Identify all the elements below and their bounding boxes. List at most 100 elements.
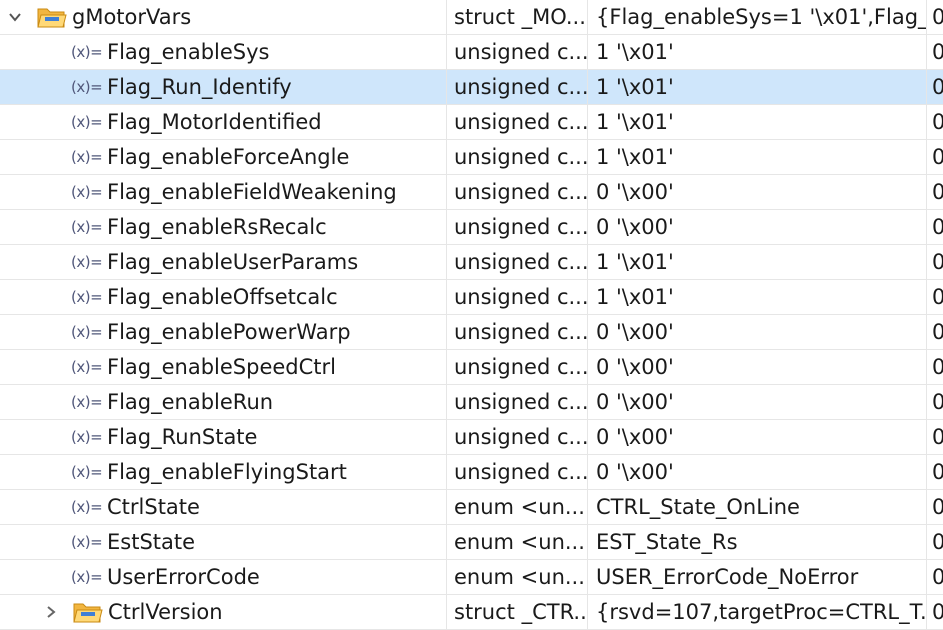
type-cell: unsigned c... [446,385,587,419]
address-cell: 0 [926,525,943,559]
name-cell: (x)= Flag_enableFlyingStart [0,455,446,489]
value-cell[interactable]: 0 '\x00' [587,315,926,349]
value-cell[interactable]: {rsvd=107,targetProc=CTRL_T... [587,595,926,629]
variable-name: Flag_enableSpeedCtrl [107,355,336,379]
variable-name: CtrlState [107,495,200,519]
variable-icon: (x)= [71,323,103,341]
variable-name: Flag_Run_Identify [107,75,292,99]
type-cell: unsigned c... [446,70,587,104]
tree-row-member[interactable]: (x)= Flag_enableRsRecalc unsigned c... 0… [0,210,943,245]
address-cell: 0 [926,315,943,349]
tree-row-member[interactable]: (x)= Flag_enableForceAngle unsigned c...… [0,140,943,175]
tree-row-member[interactable]: (x)= EstState enum <un... EST_State_Rs 0 [0,525,943,560]
variable-name: Flag_enableSys [107,40,270,64]
tree-row-member[interactable]: (x)= Flag_enableFieldWeakening unsigned … [0,175,943,210]
variable-name: Flag_enableForceAngle [107,145,350,169]
variable-name: Flag_enableFlyingStart [107,460,347,484]
variable-icon: (x)= [71,148,103,166]
type-cell: enum <un... [446,560,587,594]
tree-row-member[interactable]: (x)= Flag_enableFlyingStart unsigned c..… [0,455,943,490]
value-cell[interactable]: 1 '\x01' [587,245,926,279]
chevron-down-icon[interactable] [8,10,22,24]
address-cell: 0 [926,35,943,69]
name-cell: (x)= EstState [0,525,446,559]
tree-row-member[interactable]: (x)= CtrlState enum <un... CTRL_State_On… [0,490,943,525]
variable-icon: (x)= [71,253,103,271]
tree-row-member-selected[interactable]: (x)= Flag_Run_Identify unsigned c... 1 '… [0,70,943,105]
address-cell: 0 [926,595,943,629]
type-cell: unsigned c... [446,245,587,279]
type-cell: struct _MO... [446,0,587,34]
variable-icon: (x)= [71,498,103,516]
value-cell[interactable]: 0 '\x00' [587,175,926,209]
value-cell[interactable]: 0 '\x00' [587,455,926,489]
address-cell: 0 [926,105,943,139]
type-cell: struct _CTR... [446,595,587,629]
type-cell: unsigned c... [446,420,587,454]
variable-icon: (x)= [71,43,103,61]
name-cell: (x)= Flag_enableSys [0,35,446,69]
name-cell: (x)= Flag_Run_Identify [0,70,446,104]
name-cell: (x)= Flag_enableRun [0,385,446,419]
value-cell[interactable]: 0 '\x00' [587,420,926,454]
name-cell: (x)= Flag_enableOffsetcalc [0,280,446,314]
tree-row-member[interactable]: (x)= UserErrorCode enum <un... USER_Erro… [0,560,943,595]
tree-row-member[interactable]: (x)= Flag_enableOffsetcalc unsigned c...… [0,280,943,315]
value-cell[interactable]: 0 '\x00' [587,210,926,244]
name-cell: (x)= Flag_enableSpeedCtrl [0,350,446,384]
address-cell: 0 [926,210,943,244]
tree-row-member[interactable]: (x)= Flag_MotorIdentified unsigned c... … [0,105,943,140]
name-cell: (x)= Flag_enableRsRecalc [0,210,446,244]
expressions-table: gMotorVars struct _MO... {Flag_enableSys… [0,0,943,630]
variable-name: Flag_enableUserParams [107,250,359,274]
chevron-right-icon[interactable] [44,605,58,619]
value-cell[interactable]: 1 '\x01' [587,280,926,314]
variable-icon: (x)= [71,288,103,306]
tree-row-member[interactable]: (x)= Flag_enableRun unsigned c... 0 '\x0… [0,385,943,420]
type-cell: enum <un... [446,490,587,524]
tree-row-member[interactable]: (x)= Flag_RunState unsigned c... 0 '\x00… [0,420,943,455]
folder-icon [37,8,67,28]
tree-row-gmotorvars[interactable]: gMotorVars struct _MO... {Flag_enableSys… [0,0,943,35]
variable-name: Flag_MotorIdentified [107,110,322,134]
value-cell[interactable]: CTRL_State_OnLine [587,490,926,524]
variable-icon: (x)= [71,183,103,201]
tree-row-member[interactable]: (x)= Flag_enableSys unsigned c... 1 '\x0… [0,35,943,70]
address-cell: 0 [926,0,943,34]
address-cell: 0 [926,420,943,454]
value-cell[interactable]: 1 '\x01' [587,35,926,69]
value-cell[interactable]: 0 '\x00' [587,385,926,419]
tree-row-ctrlversion[interactable]: CtrlVersion struct _CTR... {rsvd=107,tar… [0,595,943,630]
variable-name: Flag_enablePowerWarp [107,320,351,344]
type-cell: unsigned c... [446,140,587,174]
value-cell[interactable]: {Flag_enableSys=1 '\x01',Flag_... [587,0,926,34]
variable-icon: (x)= [71,358,103,376]
variable-icon: (x)= [71,218,103,236]
value-cell[interactable]: 1 '\x01' [587,70,926,104]
value-cell[interactable]: EST_State_Rs [587,525,926,559]
value-cell[interactable]: 0 '\x00' [587,350,926,384]
variable-icon: (x)= [71,428,103,446]
address-cell: 0 [926,280,943,314]
variable-icon: (x)= [71,463,103,481]
value-cell[interactable]: USER_ErrorCode_NoError [587,560,926,594]
variable-name: Flag_enableRsRecalc [107,215,327,239]
value-cell[interactable]: 1 '\x01' [587,105,926,139]
address-cell: 0 [926,385,943,419]
tree-row-member[interactable]: (x)= Flag_enablePowerWarp unsigned c... … [0,315,943,350]
type-cell: enum <un... [446,525,587,559]
variable-icon: (x)= [71,78,103,96]
name-cell: (x)= Flag_enablePowerWarp [0,315,446,349]
address-cell: 0 [926,140,943,174]
type-cell: unsigned c... [446,350,587,384]
name-cell: (x)= Flag_enableUserParams [0,245,446,279]
tree-row-member[interactable]: (x)= Flag_enableSpeedCtrl unsigned c... … [0,350,943,385]
value-cell[interactable]: 1 '\x01' [587,140,926,174]
name-cell: (x)= Flag_enableFieldWeakening [0,175,446,209]
tree-row-member[interactable]: (x)= Flag_enableUserParams unsigned c...… [0,245,943,280]
variable-name: UserErrorCode [107,565,260,589]
name-cell: (x)= CtrlState [0,490,446,524]
type-cell: unsigned c... [446,210,587,244]
variable-icon: (x)= [71,533,103,551]
type-cell: unsigned c... [446,105,587,139]
